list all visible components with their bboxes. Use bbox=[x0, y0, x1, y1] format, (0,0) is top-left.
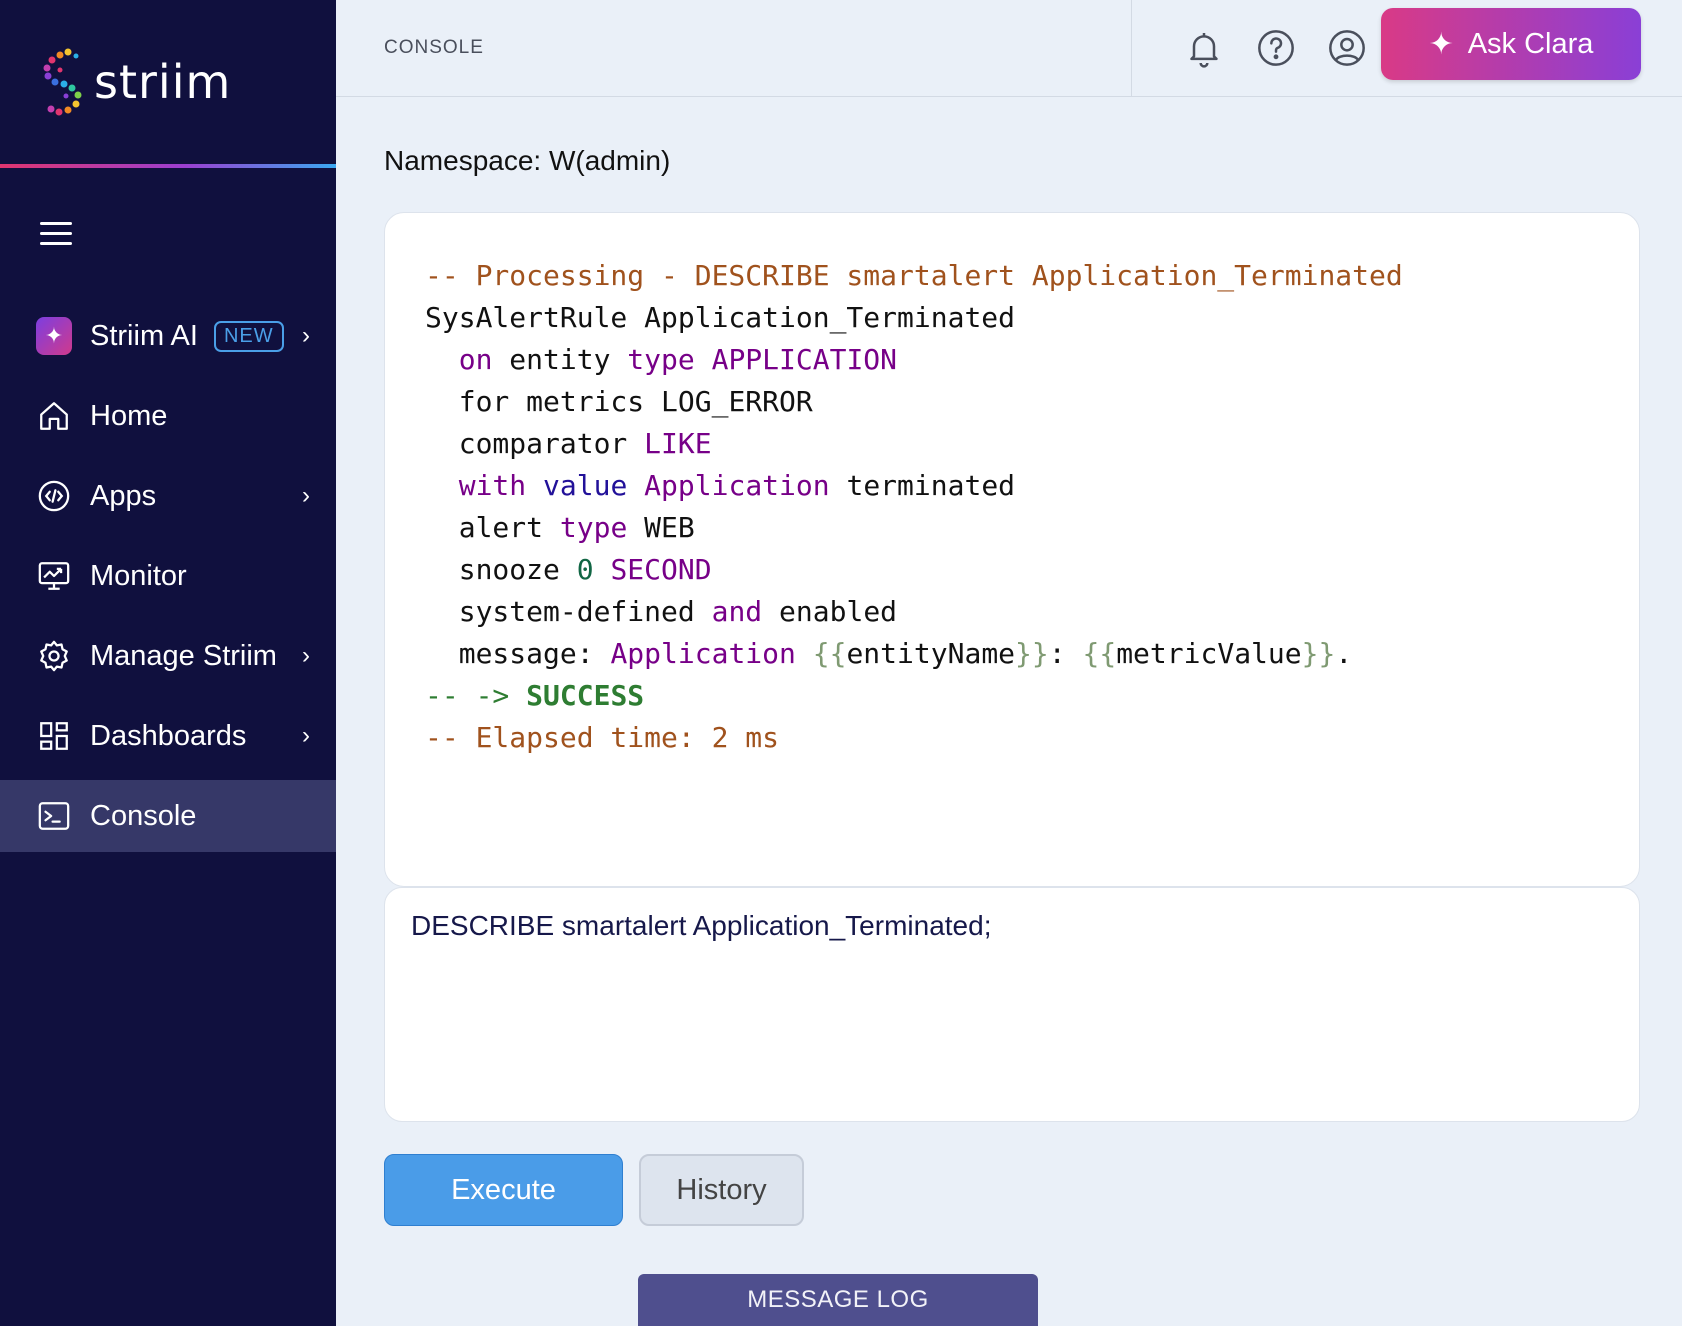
output-token: Application bbox=[610, 637, 796, 670]
sidebar-item-monitor[interactable]: Monitor bbox=[0, 540, 336, 612]
output-token: enabled bbox=[762, 595, 898, 628]
sidebar-item-label: Monitor bbox=[90, 559, 187, 592]
output-token: . bbox=[1335, 637, 1353, 670]
menu-icon[interactable] bbox=[40, 222, 72, 248]
sidebar-item-console[interactable]: Console bbox=[0, 780, 336, 852]
output-line: -- Elapsed time: 2 ms bbox=[425, 721, 780, 754]
sidebar-item-label: Manage Striim bbox=[90, 639, 277, 672]
output-token: snooze bbox=[458, 553, 577, 586]
chevron-right-icon: › bbox=[302, 722, 310, 749]
sidebar-item-label: Home bbox=[90, 399, 168, 432]
output-token: comparator bbox=[458, 427, 645, 460]
bell-icon[interactable] bbox=[1184, 28, 1224, 68]
output-token: metricValue bbox=[1116, 637, 1302, 670]
console-output-text: -- Processing - DESCRIBE smartalert Appl… bbox=[425, 255, 1599, 759]
execute-button[interactable]: Execute bbox=[384, 1154, 623, 1226]
output-token: with bbox=[458, 469, 527, 502]
output-token: }} bbox=[1301, 637, 1336, 670]
apps-icon bbox=[36, 478, 72, 514]
ask-clara-label: Ask Clara bbox=[1467, 27, 1594, 60]
output-token: WEB bbox=[627, 511, 695, 544]
ask-clara-button[interactable]: ✦ Ask Clara bbox=[1381, 8, 1641, 80]
output-token: entity bbox=[492, 343, 628, 376]
sidebar-item-label: Striim AI bbox=[90, 319, 198, 352]
output-token: LIKE bbox=[644, 427, 712, 460]
new-badge: NEW bbox=[213, 320, 284, 352]
striim-logo[interactable]: striim bbox=[38, 46, 231, 118]
dashboards-icon bbox=[36, 718, 72, 754]
success-status: SUCCESS bbox=[526, 679, 645, 712]
output-line: for metrics LOG_ERROR bbox=[458, 385, 813, 418]
sidebar-item-manage-striim[interactable]: Manage Striim › bbox=[0, 620, 336, 692]
breadcrumb: CONSOLE bbox=[384, 37, 484, 58]
output-token: system-defined bbox=[458, 595, 712, 628]
output-token: : bbox=[1048, 637, 1083, 670]
output-token: message: bbox=[458, 637, 611, 670]
output-token: terminated bbox=[829, 469, 1016, 502]
output-token: }} bbox=[1015, 637, 1049, 670]
striim-logo-icon bbox=[43, 48, 82, 116]
message-log-tab[interactable]: MESSAGE LOG bbox=[638, 1274, 1038, 1326]
output-token: type bbox=[627, 343, 695, 376]
help-icon[interactable] bbox=[1256, 28, 1296, 68]
sidebar-item-label: Dashboards bbox=[90, 719, 247, 752]
history-button[interactable]: History bbox=[639, 1154, 804, 1226]
output-token: and bbox=[711, 595, 763, 628]
sidebar-item-dashboards[interactable]: Dashboards › bbox=[0, 700, 336, 772]
sidebar-item-apps[interactable]: Apps › bbox=[0, 460, 336, 532]
output-token: 0 bbox=[576, 553, 594, 586]
console-input-text: DESCRIBE smartalert Application_Terminat… bbox=[411, 910, 992, 941]
namespace-label: Namespace: W(admin) bbox=[384, 145, 671, 176]
logo-divider bbox=[0, 164, 336, 168]
gear-icon bbox=[36, 638, 72, 674]
sparkle-icon: ✦ bbox=[1428, 27, 1454, 61]
output-token: on bbox=[458, 343, 493, 376]
sidebar-item-label: Apps bbox=[90, 479, 157, 512]
chevron-right-icon: › bbox=[302, 322, 310, 349]
console-output: -- Processing - DESCRIBE smartalert Appl… bbox=[384, 212, 1640, 887]
output-token: entityName bbox=[846, 637, 1016, 670]
top-bar: CONSOLE ✦ Ask Clara bbox=[336, 0, 1682, 97]
output-token: APPLICATION bbox=[694, 343, 898, 376]
home-icon bbox=[36, 398, 72, 434]
output-token: {{ bbox=[1082, 637, 1117, 670]
output-line: SysAlertRule Application_Terminated bbox=[425, 301, 1016, 334]
sidebar: striim ✦ Striim AI NEW › Home Apps › Mon… bbox=[0, 0, 336, 1326]
monitor-icon bbox=[36, 558, 72, 594]
sparkle-icon: ✦ bbox=[36, 317, 72, 355]
chevron-right-icon: › bbox=[302, 482, 310, 509]
output-token: alert bbox=[458, 511, 560, 544]
output-token: -- -> bbox=[425, 679, 527, 712]
console-icon bbox=[36, 798, 72, 834]
sidebar-nav: ✦ Striim AI NEW › Home Apps › Monitor Ma… bbox=[0, 300, 336, 860]
output-token: SECOND bbox=[610, 553, 712, 586]
sidebar-item-striim-ai[interactable]: ✦ Striim AI NEW › bbox=[0, 300, 336, 372]
output-token: Application bbox=[644, 469, 830, 502]
striim-wordmark: striim bbox=[94, 55, 232, 109]
sidebar-item-home[interactable]: Home bbox=[0, 380, 336, 452]
top-divider bbox=[1131, 0, 1132, 97]
output-line: -- Processing - DESCRIBE smartalert Appl… bbox=[425, 259, 1403, 292]
output-token: value bbox=[543, 469, 628, 502]
output-token: type bbox=[559, 511, 628, 544]
user-profile-icon[interactable] bbox=[1327, 28, 1367, 68]
output-token: {{ bbox=[812, 637, 847, 670]
chevron-right-icon: › bbox=[302, 642, 310, 669]
sidebar-item-label: Console bbox=[90, 799, 197, 832]
console-input[interactable]: DESCRIBE smartalert Application_Terminat… bbox=[384, 887, 1640, 1122]
